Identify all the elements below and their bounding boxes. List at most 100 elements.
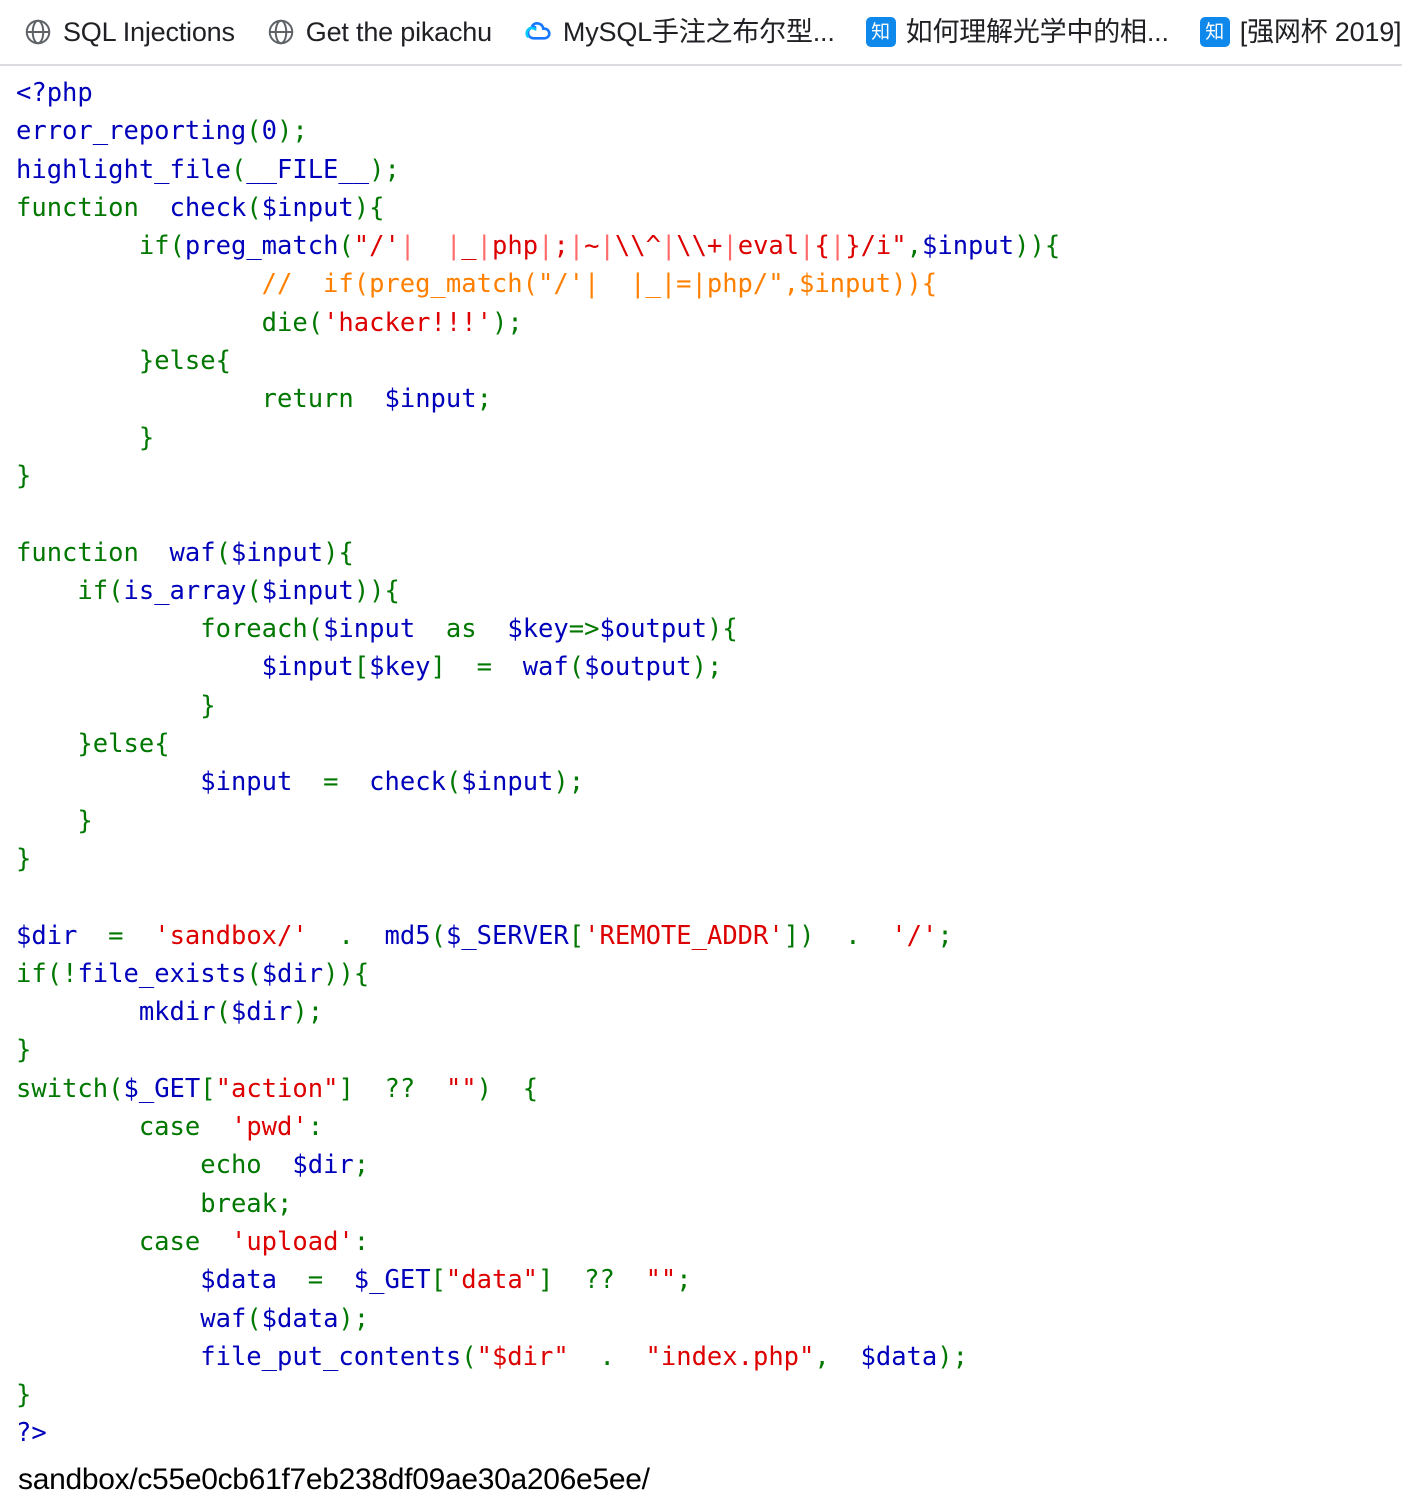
code-token-id: [477, 614, 508, 644]
code-token-id: [139, 538, 170, 568]
code-token-id: is_array: [123, 575, 247, 606]
code-token-kw: .: [338, 920, 354, 951]
code-token-kw: else: [154, 346, 216, 377]
code-token-kw: {: [353, 958, 370, 989]
code-token-kw: {: [154, 729, 170, 760]
code-token-kw: ]: [430, 652, 446, 683]
code-token-kw: ): [937, 1341, 953, 1372]
code-token-id: [16, 576, 77, 606]
php-code-block: <?php error_reporting(0); highlight_file…: [16, 74, 1402, 1453]
code-token-sep: |: [660, 231, 677, 262]
code-token-id: $dir: [261, 958, 324, 989]
code-token-str: \\^: [614, 231, 661, 262]
code-token-kw: (: [338, 231, 354, 262]
code-token-kw: {: [338, 537, 354, 568]
code-token-id: [16, 1304, 200, 1334]
code-token-id: $_GET: [353, 1265, 431, 1296]
code-token-kw: .: [845, 920, 861, 951]
code-token-kw: ;: [292, 116, 308, 147]
code-line: <?php: [16, 78, 93, 108]
bookmark-label: Get the pikachu: [305, 16, 492, 47]
zhihu-icon: 知: [865, 16, 897, 48]
code-token-id: waf: [200, 1303, 247, 1334]
code-token-id: [308, 921, 339, 951]
code-line: }else{: [16, 346, 231, 376]
code-token-str: "": [645, 1265, 677, 1296]
code-token-id: [569, 1342, 600, 1372]
code-token-kw: [: [200, 1073, 216, 1104]
code-token-id: [16, 691, 200, 721]
bookmark-item-1[interactable]: Get the pikachu: [261, 12, 502, 52]
bookmark-item-2[interactable]: MySQL手注之布尔型...: [518, 12, 845, 52]
code-token-str: 'sandbox/': [154, 920, 308, 951]
code-token-id: $input: [461, 767, 554, 798]
code-token-id: [16, 652, 262, 682]
code-token-id: $input: [323, 614, 416, 645]
code-token-id: $key: [507, 614, 569, 645]
code-token-id: [830, 1342, 861, 1372]
code-token-kw: ;: [568, 767, 585, 798]
code-token-str: ;: [553, 231, 569, 262]
code-token-sep: |: [799, 231, 815, 262]
code-token-str: "": [445, 1073, 477, 1104]
code-token-id: $dir: [230, 997, 293, 1028]
code-token-id: [16, 1227, 139, 1257]
code-token-kw: ): [1029, 231, 1045, 262]
code-token-kw: ;: [507, 307, 523, 338]
code-token-kw: ): [323, 537, 339, 568]
code-token-kw: ;: [476, 384, 492, 415]
code-line: }: [16, 806, 92, 836]
code-token-kw: if: [16, 958, 47, 989]
code-token-id: [16, 997, 139, 1027]
code-token-sep: |: [476, 231, 493, 262]
code-line: if(!file_exists($dir)){: [16, 959, 369, 989]
code-line: case 'upload':: [16, 1227, 369, 1257]
code-token-kw: (: [215, 537, 231, 568]
bookmark-item-3[interactable]: 知如何理解光学中的相...: [861, 12, 1179, 52]
code-token-id: mkdir: [138, 997, 216, 1028]
code-token-kw: {: [384, 575, 400, 606]
code-token-id: [77, 921, 108, 951]
code-token-kw: ): [1014, 231, 1030, 262]
code-token-id: [415, 1074, 446, 1104]
code-line: echo $dir;: [16, 1150, 369, 1180]
code-token-kw: ): [476, 1073, 493, 1104]
code-token-kw: {: [215, 346, 231, 377]
code-token-kw: ): [323, 958, 339, 989]
code-token-kw: ): [706, 614, 723, 645]
code-token-str: eval: [737, 231, 800, 262]
code-line: error_reporting(0);: [16, 116, 308, 146]
code-token-str: "/': [353, 231, 400, 262]
zhihu-glyph: 知: [1199, 17, 1230, 47]
code-line: if(preg_match("/'| |_|php|;|~|\\^|\\+|ev…: [16, 231, 1060, 261]
code-token-kw: die: [261, 307, 308, 338]
bookmark-item-4[interactable]: 知 [强网杯 2019]随便注: [1195, 12, 1402, 52]
code-token-kw: (: [430, 920, 446, 951]
code-line: // if(preg_match("/'| |_|=|php/",$input)…: [16, 269, 938, 299]
code-token-kw: (: [108, 1073, 124, 1104]
code-token-id: file_put_contents: [200, 1341, 462, 1372]
code-token-str: "action": [215, 1073, 339, 1104]
code-token-id: [16, 767, 200, 797]
code-token-id: [814, 921, 845, 951]
code-token-kw: }: [16, 1380, 32, 1411]
code-token-kw: ;: [384, 154, 400, 185]
code-token-kw: (: [230, 154, 247, 185]
code-token-str: "data": [445, 1265, 539, 1296]
code-token-kw: [: [430, 1265, 446, 1296]
code-token-id: [615, 1265, 646, 1295]
code-token-kw: ??: [384, 1073, 416, 1104]
code-token-kw: (: [246, 1303, 262, 1334]
code-token-kw: ): [277, 116, 293, 147]
code-token-id: $_GET: [123, 1073, 201, 1104]
code-token-str: \\+: [676, 231, 723, 262]
code-token-kw: (: [215, 997, 231, 1028]
code-token-id: [492, 1074, 523, 1104]
bookmark-item-0[interactable]: SQL Injections: [18, 12, 245, 52]
code-token-kw: (: [445, 767, 462, 798]
code-token-kw: ): [691, 652, 707, 683]
code-token-id: <?php: [16, 78, 93, 108]
code-token-kw: ]: [783, 920, 800, 951]
code-token-id: $dir: [292, 1150, 354, 1181]
code-token-id: [277, 1265, 308, 1295]
